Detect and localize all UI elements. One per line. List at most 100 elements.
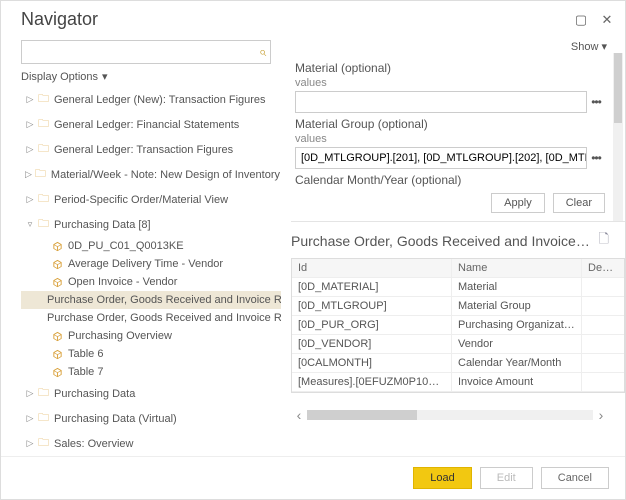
close-button[interactable]: ✕ xyxy=(599,12,615,28)
column-id[interactable]: Id xyxy=(292,259,452,277)
param-material-input[interactable] xyxy=(295,91,587,113)
table-row[interactable]: [0D_PUR_ORG]Purchasing Organization xyxy=(292,316,624,335)
tree-label: Purchasing Data [8] xyxy=(54,219,151,231)
tree-item[interactable]: Table 6 xyxy=(21,345,281,363)
cell-id: [0D_VENDOR] xyxy=(292,335,452,353)
cell-id: [Measures].[0EFUZM0P10X72MBPOYVBYISWV xyxy=(292,373,452,391)
params-scrollbar[interactable] xyxy=(613,53,623,221)
horizontal-scrollbar[interactable]: ‹ › xyxy=(291,407,609,423)
cell-name: Invoice Amount xyxy=(452,373,582,391)
tree-item[interactable]: 0D_PU_C01_Q0013KE xyxy=(21,237,281,255)
navigator-tree: ▷🗀General Ledger (New): Transaction Figu… xyxy=(21,87,281,456)
tree-label: 0D_PU_C01_Q0013KE xyxy=(68,240,184,252)
tree-label: Purchasing Overview xyxy=(68,330,172,342)
dialog-title: Navigator xyxy=(21,9,573,30)
param-material-more-button[interactable]: ••• xyxy=(587,95,605,109)
param-material-group-more-button[interactable]: ••• xyxy=(587,151,605,165)
param-material-group-input[interactable]: [0D_MTLGROUP].[201], [0D_MTLGROUP].[202]… xyxy=(295,147,587,169)
scroll-right-icon[interactable]: › xyxy=(593,407,609,423)
display-options-label: Display Options xyxy=(21,71,98,83)
folder-icon: 🗀 xyxy=(38,115,49,134)
folder-icon: 🗀 xyxy=(35,165,46,184)
scroll-left-icon[interactable]: ‹ xyxy=(291,407,307,423)
expand-icon[interactable]: ▷ xyxy=(25,388,35,399)
cell-desc xyxy=(582,297,624,315)
tree-item[interactable]: Table 7 xyxy=(21,363,281,381)
preview-options-icon[interactable]: 🗋 xyxy=(599,230,609,252)
cell-id: [0D_PUR_ORG] xyxy=(292,316,452,334)
cell-name: Material Group xyxy=(452,297,582,315)
tree-item[interactable]: Purchase Order, Goods Received and Invoi… xyxy=(21,309,281,327)
tree-item[interactable]: Open Invoice - Vendor xyxy=(21,273,281,291)
param-material-group-sublabel: values xyxy=(295,133,625,145)
param-material-sublabel: values xyxy=(295,77,625,89)
cell-name: Calendar Year/Month xyxy=(452,354,582,372)
load-button[interactable]: Load xyxy=(413,467,471,489)
cell-name: Vendor xyxy=(452,335,582,353)
tree-label: General Ledger: Financial Statements xyxy=(54,119,239,131)
expand-icon[interactable]: ▷ xyxy=(25,169,32,180)
tree-folder[interactable]: ▷🗀 Material/Week - Note: New Design of In… xyxy=(21,162,281,187)
tree-folder[interactable]: ▿🗀 Purchasing Data [8] xyxy=(21,212,281,237)
tree-folder[interactable]: ▷🗀General Ledger (New): Transaction Figu… xyxy=(21,87,281,112)
folder-icon: 🗀 xyxy=(38,409,49,428)
param-material-group-label: Material Group (optional) xyxy=(295,117,625,131)
tree-folder[interactable]: ▷🗀Period-Specific Order/Material View xyxy=(21,187,281,212)
cancel-button[interactable]: Cancel xyxy=(541,467,609,489)
edit-button: Edit xyxy=(480,467,533,489)
tree-label: Purchase Order, Goods Received and Invoi… xyxy=(47,312,281,324)
tree-label: Table 6 xyxy=(68,348,103,360)
minimize-button[interactable]: ▢ xyxy=(573,12,589,28)
cell-id: [0CALMONTH] xyxy=(292,354,452,372)
tree-folder[interactable]: ▷🗀General Ledger: Transaction Figures xyxy=(21,137,281,162)
folder-icon: 🗀 xyxy=(38,434,49,453)
table-row[interactable]: [0D_VENDOR]Vendor xyxy=(292,335,624,354)
cell-desc xyxy=(582,316,624,334)
tree-scroll[interactable]: ▷🗀General Ledger (New): Transaction Figu… xyxy=(21,87,281,456)
table-row[interactable]: [Measures].[0EFUZM0P10X72MBPOYVBYISWVInv… xyxy=(292,373,624,392)
column-description[interactable]: Description xyxy=(582,259,624,277)
display-options-dropdown[interactable]: Display Options ▾ xyxy=(21,70,281,83)
column-name[interactable]: Name xyxy=(452,259,582,277)
tree-item[interactable]: Average Delivery Time - Vendor xyxy=(21,255,281,273)
expand-icon[interactable]: ▷ xyxy=(25,94,35,105)
cell-name: Material xyxy=(452,278,582,296)
expand-icon[interactable]: ▷ xyxy=(25,119,35,130)
table-row[interactable]: [0D_MTLGROUP]Material Group xyxy=(292,297,624,316)
chevron-down-icon: ▾ xyxy=(102,70,108,83)
expand-icon[interactable]: ▷ xyxy=(25,194,35,205)
clear-button[interactable]: Clear xyxy=(553,193,605,213)
chevron-down-icon: ▾ xyxy=(601,41,607,53)
expand-icon[interactable]: ▿ xyxy=(25,219,35,230)
tree-label: Purchasing Data (Virtual) xyxy=(54,413,177,425)
tree-folder[interactable]: ▷🗀 General Ledger: Financial Statements xyxy=(21,112,281,137)
tree-label: Material/Week - Note: New Design of Inve… xyxy=(51,169,281,181)
cell-name: Purchasing Organization xyxy=(452,316,582,334)
search-input[interactable] xyxy=(21,40,271,64)
tree-label: Average Delivery Time - Vendor xyxy=(68,258,223,270)
tree-folder[interactable]: ▷🗀Sales: Overview xyxy=(21,431,281,456)
expand-icon[interactable]: ▷ xyxy=(25,413,35,424)
param-material-label: Material (optional) xyxy=(295,61,625,75)
folder-icon: 🗀 xyxy=(38,215,49,234)
tree-folder[interactable]: ▷🗀 Purchasing Data (Virtual) xyxy=(21,406,281,431)
table-row[interactable]: [0D_MATERIAL]Material xyxy=(292,278,624,297)
preview-title: Purchase Order, Goods Received and Invoi… xyxy=(291,233,591,249)
tree-label: Period-Specific Order/Material View xyxy=(54,194,228,206)
cell-id: [0D_MTLGROUP] xyxy=(292,297,452,315)
cell-desc xyxy=(582,373,624,391)
tree-label: General Ledger: Transaction Figures xyxy=(54,144,233,156)
show-dropdown[interactable]: Show ▾ xyxy=(571,40,607,53)
tree-label: Purchase Order, Goods Received and Invoi… xyxy=(47,294,281,306)
expand-icon[interactable]: ▷ xyxy=(25,144,35,155)
tree-item[interactable]: Purchasing Overview xyxy=(21,327,281,345)
folder-icon: 🗀 xyxy=(38,384,49,403)
expand-icon[interactable]: ▷ xyxy=(25,438,35,449)
tree-folder[interactable]: ▷🗀Purchasing Data xyxy=(21,381,281,406)
table-row[interactable]: [0CALMONTH]Calendar Year/Month xyxy=(292,354,624,373)
tree-item[interactable]: Purchase Order, Goods Received and Invoi… xyxy=(21,291,281,309)
preview-table: Id Name Description [0D_MATERIAL]Materia… xyxy=(291,258,625,393)
cell-id: [0D_MATERIAL] xyxy=(292,278,452,296)
apply-button[interactable]: Apply xyxy=(491,193,545,213)
table-header-row: Id Name Description xyxy=(292,259,624,278)
